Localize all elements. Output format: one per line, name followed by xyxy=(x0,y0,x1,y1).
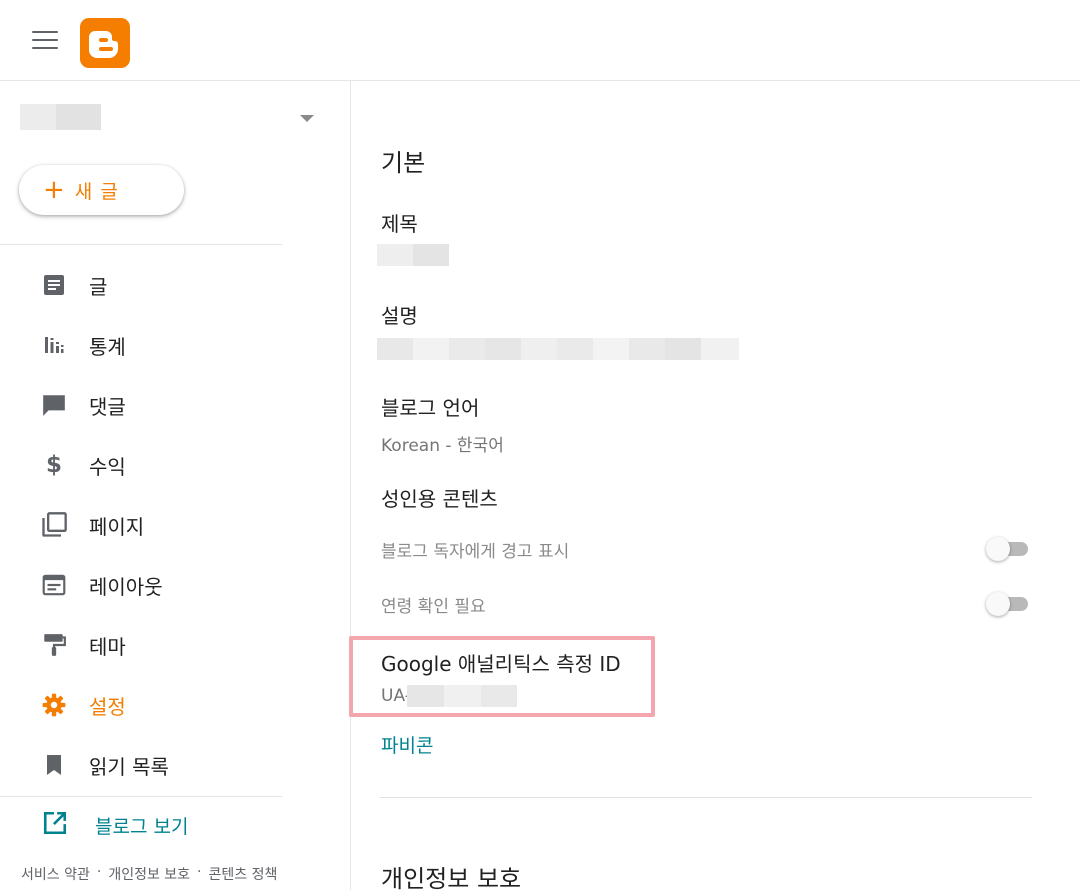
adult-warning-label: 블로그 독자에게 경고 표시 xyxy=(381,542,570,562)
language-value: Korean - 한국어 xyxy=(381,436,504,456)
caret-down-icon[interactable] xyxy=(300,115,314,122)
section-title-privacy: 개인정보 보호 xyxy=(381,865,522,893)
sidebar-item-comments[interactable]: 댓글 xyxy=(0,380,282,430)
bookmark-icon xyxy=(40,751,68,779)
sidebar-item-pages[interactable]: 페이지 xyxy=(0,500,282,550)
privacy-link[interactable]: 개인정보 보호 xyxy=(108,864,190,884)
sidebar-divider xyxy=(0,796,282,797)
theme-icon xyxy=(40,631,68,659)
view-blog-link[interactable]: 블로그 보기 xyxy=(0,800,282,850)
sidebar-item-theme[interactable]: 테마 xyxy=(0,620,282,670)
sidebar: + 새 글 글 통계 댓글 $ 수익 페이지 레이아웃 테마 설정 읽기 목록 … xyxy=(0,81,351,890)
age-check-label: 연령 확인 필요 xyxy=(381,597,486,617)
sidebar-item-label: 수익 xyxy=(89,454,126,479)
hamburger-menu-icon[interactable] xyxy=(30,28,60,52)
age-check-toggle[interactable] xyxy=(986,592,1030,616)
section-title-basic: 기본 xyxy=(381,149,426,177)
gear-icon xyxy=(40,691,68,719)
analytics-setting[interactable]: Google 애널리틱스 측정 ID xyxy=(381,648,621,677)
language-setting[interactable]: 블로그 언어 xyxy=(381,392,479,421)
new-post-button[interactable]: + 새 글 xyxy=(19,165,184,215)
terms-link[interactable]: 서비스 약관 xyxy=(21,864,90,884)
footer-links: 서비스 약관 · 개인정보 보호 · 콘텐츠 정책 xyxy=(21,864,277,884)
blurred-title-value[interactable] xyxy=(377,244,449,266)
comment-icon xyxy=(40,391,68,419)
blurred-description-value[interactable] xyxy=(377,338,739,360)
sidebar-item-stats[interactable]: 통계 xyxy=(0,320,282,370)
settings-panel: 기본 제목 설명 블로그 언어 Korean - 한국어 성인용 콘텐츠 블로그… xyxy=(349,81,1080,893)
section-divider xyxy=(380,797,1032,798)
sidebar-item-label: 설정 xyxy=(89,694,126,719)
adult-warning-toggle[interactable] xyxy=(986,537,1030,561)
blog-selector[interactable] xyxy=(20,104,320,130)
sidebar-item-reading-list[interactable]: 읽기 목록 xyxy=(0,740,282,790)
plus-icon: + xyxy=(43,175,65,205)
sidebar-item-label: 읽기 목록 xyxy=(89,754,169,779)
blurred-blog-name xyxy=(56,104,101,130)
posts-icon xyxy=(40,271,68,299)
separator: · xyxy=(96,864,102,880)
sidebar-divider xyxy=(0,244,282,245)
separator: · xyxy=(197,864,202,880)
dollar-icon: $ xyxy=(45,452,62,478)
favicon-link[interactable]: 파비콘 xyxy=(381,731,433,758)
new-post-label: 새 글 xyxy=(74,180,119,203)
sidebar-item-label: 글 xyxy=(89,274,108,299)
sidebar-item-earnings[interactable]: $ 수익 xyxy=(0,440,282,490)
sidebar-item-label: 댓글 xyxy=(89,394,126,419)
blogger-logo[interactable] xyxy=(80,18,130,68)
sidebar-item-layout[interactable]: 레이아웃 xyxy=(0,560,282,610)
top-app-bar xyxy=(0,0,1080,81)
content-policy-link[interactable]: 콘텐츠 정책 xyxy=(209,864,278,884)
open-external-icon xyxy=(42,810,68,840)
layout-icon xyxy=(40,571,68,599)
blurred-blog-name xyxy=(20,104,56,130)
sidebar-item-label: 페이지 xyxy=(89,514,145,539)
sidebar-item-label: 테마 xyxy=(89,634,126,659)
view-blog-label: 블로그 보기 xyxy=(95,815,189,838)
sidebar-item-label: 레이아웃 xyxy=(89,574,163,599)
description-setting[interactable]: 설명 xyxy=(381,300,418,329)
blurred-analytics-id xyxy=(407,685,517,707)
sidebar-item-settings[interactable]: 설정 xyxy=(0,680,282,730)
adult-content-heading: 성인용 콘텐츠 xyxy=(381,487,498,511)
sidebar-item-label: 통계 xyxy=(89,334,126,359)
title-setting[interactable]: 제목 xyxy=(381,208,418,237)
sidebar-item-posts[interactable]: 글 xyxy=(0,260,282,310)
pages-icon xyxy=(40,511,68,539)
stats-icon xyxy=(40,331,68,359)
